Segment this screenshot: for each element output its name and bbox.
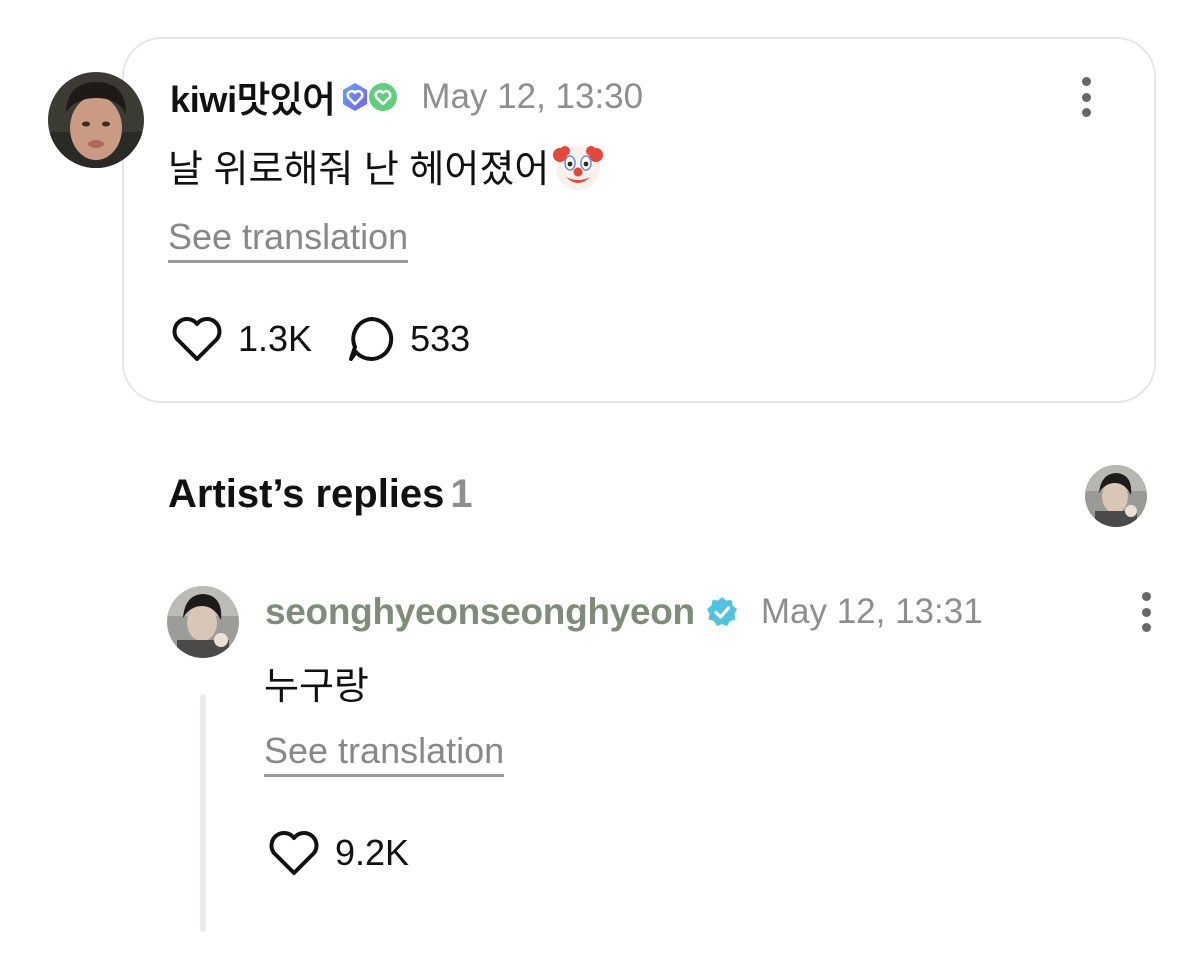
heart-icon (269, 831, 319, 875)
reply-like-count: 9.2K (335, 832, 410, 873)
reply-see-translation-link[interactable]: See translation (264, 730, 505, 777)
artist-replies-count: 1 (450, 472, 473, 516)
heart-icon (172, 317, 222, 361)
artist-avatar-small[interactable] (1085, 465, 1147, 527)
comment-bubble-icon (349, 316, 394, 361)
post-text: 날 위로해줘 난 헤어졌어 (168, 138, 605, 193)
page: kiwi맛있어 May 12, 13:30 날 위로해줘 난 헤어졌어 See … (0, 0, 1200, 960)
post-actions: 1.3K 533 (170, 314, 470, 364)
reply-like-button[interactable]: 9.2K (267, 828, 409, 878)
reply-more-icon[interactable] (1136, 592, 1156, 632)
post-comment-button[interactable]: 533 (346, 314, 470, 364)
verified-badge-icon (706, 597, 737, 626)
post-header: kiwi맛있어 May 12, 13:30 (170, 72, 643, 122)
post-like-count: 1.3K (238, 318, 313, 359)
clown-face-icon (553, 145, 604, 190)
reply-author-avatar[interactable] (167, 586, 239, 658)
post-comment-count: 533 (410, 318, 471, 359)
author-badges (339, 81, 399, 113)
artist-replies-title: Artist’s replies 1 (168, 472, 473, 517)
post-see-translation-link[interactable]: See translation (168, 216, 409, 263)
reply-text: 누구랑 (264, 666, 369, 708)
post-more-icon[interactable] (1076, 77, 1096, 117)
reply-actions: 9.2K (267, 828, 409, 878)
post-timestamp: May 12, 13:30 (421, 77, 644, 116)
post-author-avatar[interactable] (48, 72, 144, 168)
post-like-button[interactable]: 1.3K (170, 314, 312, 364)
post-text-content: 날 위로해줘 난 헤어졌어 (168, 149, 550, 191)
reply-header: seonghyeonseonghyeon May 12, 13:31 (265, 588, 983, 636)
artist-replies-label: Artist’s replies (168, 472, 445, 516)
thread-line (200, 694, 206, 932)
reply-timestamp: May 12, 13:31 (760, 592, 983, 631)
post-author-name[interactable]: kiwi맛있어 (170, 71, 336, 123)
green-heart-badge-icon (369, 83, 398, 111)
reply-author-name[interactable]: seonghyeonseonghyeon (265, 591, 695, 633)
